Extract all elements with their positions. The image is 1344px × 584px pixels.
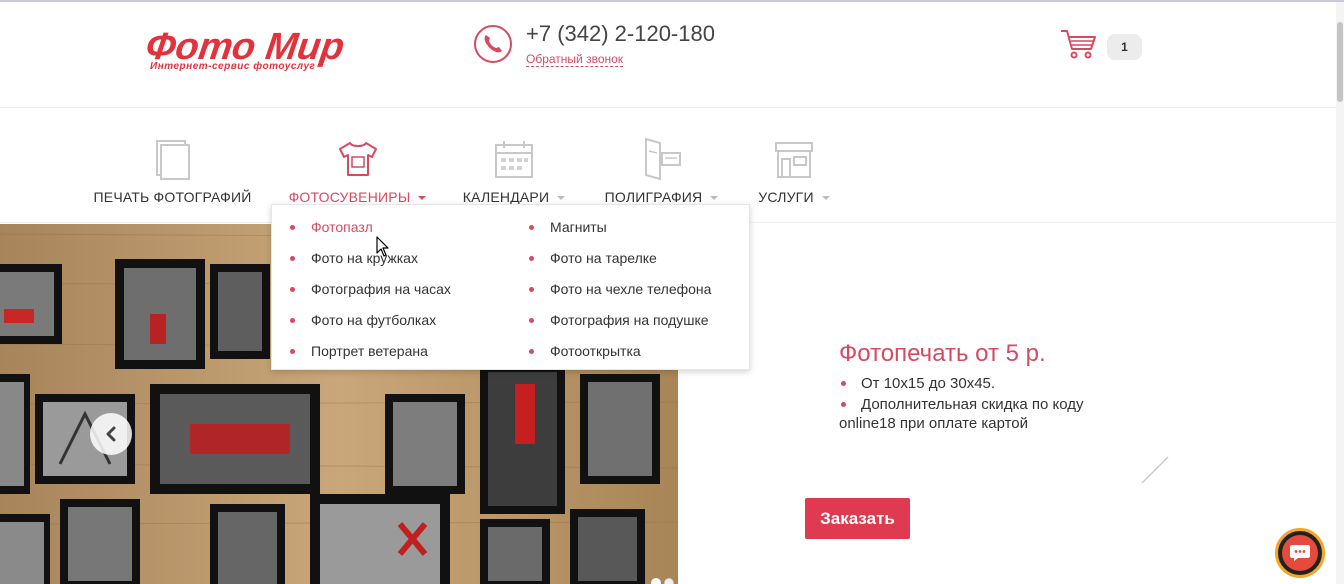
nav-label: ПЕЧАТЬ ФОТОГРАФИЙ (93, 189, 252, 205)
page-scrollbar[interactable] (1336, 2, 1344, 584)
site-logo[interactable]: Фото Мир Интернет-сервис фотоуслуг (143, 26, 362, 78)
phone-number[interactable]: +7 (342) 2-120-180 (526, 21, 715, 47)
decorative-line (1141, 456, 1169, 484)
promo-bullets: От 10x15 до 30x45. Дополнительная скидка… (839, 373, 1139, 415)
dropdown-item-photopuzzle[interactable]: Фотопазл (289, 217, 373, 237)
slider-prev-button[interactable] (90, 413, 132, 455)
cart-count-badge[interactable]: 1 (1107, 34, 1142, 60)
phone-icon (474, 25, 512, 63)
chevron-down-icon (557, 196, 566, 200)
promo-bullet: От 10x15 до 30x45. (839, 373, 1139, 394)
promo-title: Фотопечать от 5 р. (839, 340, 1046, 367)
dropdown-item-mugs[interactable]: Фото на кружках (289, 248, 418, 268)
nav-label: ПОЛИГРАФИЯ (605, 189, 719, 205)
printing-icon (644, 137, 681, 181)
chat-bubble-icon (1282, 535, 1318, 571)
mouse-cursor-icon (376, 236, 389, 257)
chevron-down-icon (418, 196, 427, 200)
tshirt-icon (338, 142, 377, 176)
dropdown-item-pillow[interactable]: Фотография на подушке (528, 310, 709, 330)
logo-subtitle: Интернет-сервис фотоуслуг (150, 61, 316, 72)
scrollbar-thumb[interactable] (1337, 22, 1343, 102)
shop-icon (775, 142, 813, 178)
dropdown-item-veteran-portrait[interactable]: Портрет ветерана (289, 341, 428, 361)
dropdown-item-plate[interactable]: Фото на тарелке (528, 248, 657, 268)
photos-stack-icon (155, 140, 190, 180)
nav-item-photo-print[interactable]: ПЕЧАТЬ ФОТОГРАФИЙ (93, 137, 252, 217)
nav-label: УСЛУГИ (758, 189, 830, 205)
souvenirs-dropdown-menu: Фотопазл Фото на кружках Фотография на ч… (271, 204, 750, 370)
calendar-icon (495, 141, 533, 178)
chevron-down-icon (821, 196, 830, 200)
dropdown-item-phone-case[interactable]: Фото на чехле телефона (528, 279, 711, 299)
chevron-down-icon (710, 196, 719, 200)
slider-dot[interactable] (664, 578, 674, 584)
site-header: Фото Мир Интернет-сервис фотоуслуг +7 (3… (0, 2, 1344, 108)
dropdown-item-tshirts[interactable]: Фото на футболках (289, 310, 436, 330)
order-button[interactable]: Заказать (805, 498, 910, 539)
dropdown-item-magnets[interactable]: Магниты (528, 217, 607, 237)
nav-label: КАЛЕНДАРИ (463, 189, 566, 205)
nav-item-services[interactable]: УСЛУГИ (758, 137, 830, 217)
promo-bullet: Дополнительная скидка по коду (839, 394, 1139, 415)
callback-link[interactable]: Обратный звонок (526, 52, 624, 67)
promo-continuation: online18 при оплате картой (839, 415, 1029, 432)
cart-icon[interactable] (1060, 28, 1098, 60)
nav-label: ФОТОСУВЕНИРЫ (289, 189, 427, 205)
dropdown-item-postcard[interactable]: Фотооткрытка (528, 341, 641, 361)
slider-dot-active[interactable] (651, 578, 661, 584)
page: Фото Мир Интернет-сервис фотоуслуг +7 (3… (0, 0, 1344, 584)
dropdown-item-clock[interactable]: Фотография на часах (289, 279, 451, 299)
chat-widget-button[interactable] (1275, 528, 1325, 578)
chevron-left-icon (106, 426, 116, 442)
